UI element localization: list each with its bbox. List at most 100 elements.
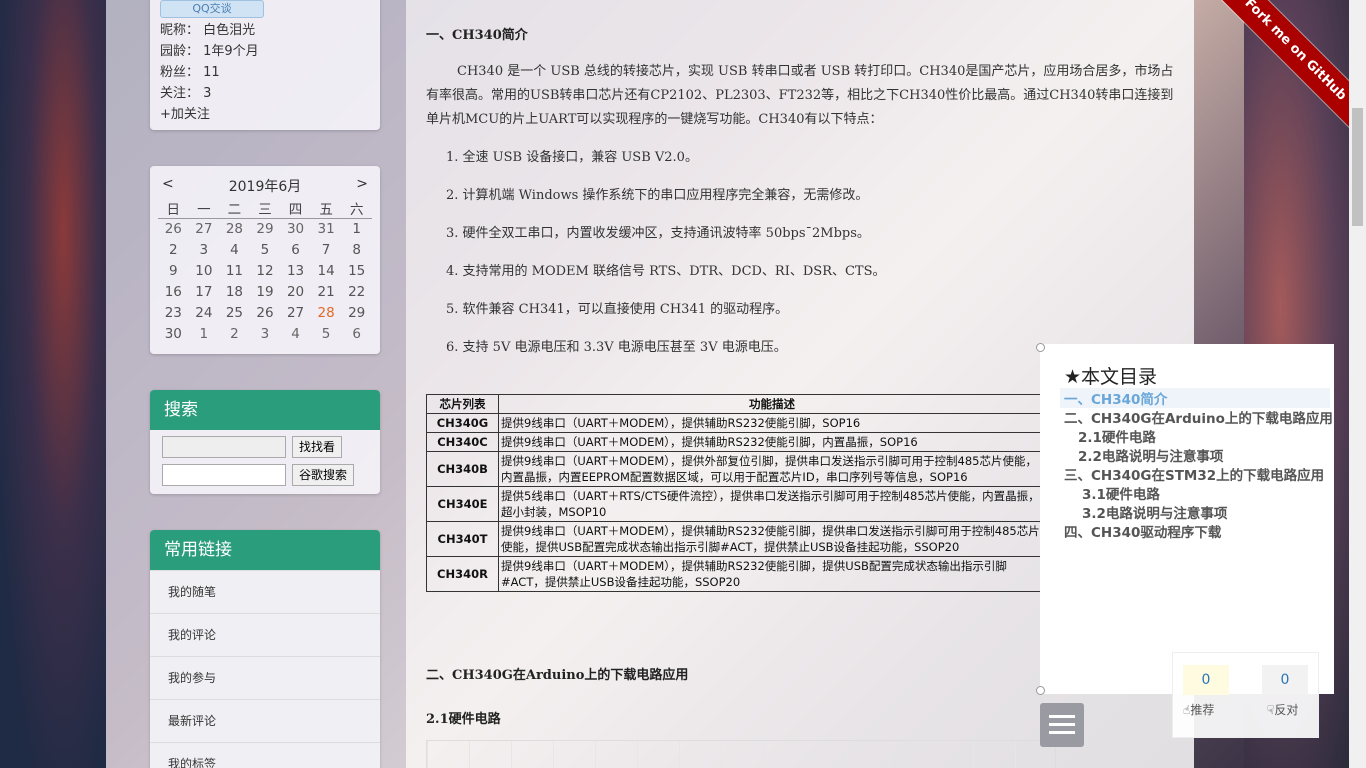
calendar-day[interactable]: 30 bbox=[280, 219, 311, 240]
toc-item[interactable]: 四、CH340驱动程序下载 bbox=[1064, 521, 1221, 541]
calendar-day[interactable]: 2 bbox=[158, 240, 189, 261]
calendar-day[interactable]: 10 bbox=[189, 261, 220, 282]
calendar-day[interactable]: 27 bbox=[280, 303, 311, 324]
scrollbar-thumb[interactable] bbox=[1352, 108, 1363, 226]
link-my-tags[interactable]: 我的标签 bbox=[150, 742, 380, 768]
calendar-day[interactable]: 6 bbox=[341, 324, 372, 345]
calendar-day[interactable]: 28 bbox=[219, 219, 250, 240]
profile-age[interactable]: 园龄： 1年9个月 bbox=[160, 41, 370, 62]
calendar-day[interactable]: 3 bbox=[250, 324, 281, 345]
weekday: 五 bbox=[310, 198, 342, 219]
table-header: 芯片列表 bbox=[426, 394, 499, 414]
weekday: 二 bbox=[219, 198, 250, 219]
heading-arduino: 二、CH340G在Arduino上的下载电路应用 bbox=[426, 668, 689, 683]
profile-fans[interactable]: 粉丝： 11 bbox=[160, 62, 370, 83]
chip-name: CH340B bbox=[426, 451, 499, 487]
calendar-day[interactable]: 27 bbox=[189, 219, 220, 240]
calendar-day[interactable]: 5 bbox=[311, 324, 342, 345]
calendar-day[interactable]: 20 bbox=[280, 282, 311, 303]
calendar-day[interactable]: 17 bbox=[189, 282, 220, 303]
calendar-day[interactable]: 18 bbox=[219, 282, 250, 303]
toc-item[interactable]: 2.2电路说明与注意事项 bbox=[1078, 445, 1223, 465]
calendar-next-button[interactable]: > bbox=[356, 176, 368, 196]
calendar-day[interactable]: 26 bbox=[158, 219, 189, 240]
common-links-title: 常用链接 bbox=[150, 530, 380, 570]
calendar-day[interactable]: 4 bbox=[219, 240, 250, 261]
calendar-day[interactable]: 24 bbox=[189, 303, 220, 324]
link-my-posts[interactable]: 我的随笔 bbox=[150, 570, 380, 613]
calendar-day[interactable]: 30 bbox=[158, 324, 189, 345]
profile-panel: QQ交谈 昵称： 白色泪光 园龄： 1年9个月 粉丝： 11 关注： 3 +加关… bbox=[150, 0, 380, 130]
link-latest-comments[interactable]: 最新评论 bbox=[150, 699, 380, 742]
google-search-input[interactable] bbox=[162, 464, 286, 486]
calendar-day[interactable]: 15 bbox=[341, 261, 372, 282]
calendar-day[interactable]: 1 bbox=[341, 219, 372, 240]
calendar-day[interactable]: 16 bbox=[158, 282, 189, 303]
menu-icon bbox=[1049, 715, 1075, 718]
calendar-day[interactable]: 8 bbox=[341, 240, 372, 261]
qq-chat-button[interactable]: QQ交谈 bbox=[160, 0, 264, 18]
toc-item[interactable]: 3.2电路说明与注意事项 bbox=[1082, 502, 1227, 522]
calendar-day[interactable]: 3 bbox=[189, 240, 220, 261]
calendar-day[interactable]: 12 bbox=[250, 261, 281, 282]
calendar-day[interactable]: 19 bbox=[250, 282, 281, 303]
digg-count[interactable]: 0 bbox=[1183, 665, 1229, 695]
google-search-button[interactable]: 谷歌搜索 bbox=[292, 464, 355, 486]
profile-nickname[interactable]: 昵称： 白色泪光 bbox=[160, 20, 370, 41]
toc-item[interactable]: 2.1硬件电路 bbox=[1078, 426, 1156, 446]
calendar-day[interactable]: 7 bbox=[311, 240, 342, 261]
add-follow-link[interactable]: +加关注 bbox=[160, 104, 370, 125]
table-row: CH340T 提供9线串口（UART＋MODEM），提供辅助RS232使能引脚，… bbox=[426, 521, 1046, 557]
calendar-day[interactable]: 6 bbox=[280, 240, 311, 261]
toc-item[interactable]: 一、CH340简介 bbox=[1060, 388, 1330, 408]
profile-follow[interactable]: 关注： 3 bbox=[160, 83, 370, 104]
table-row: CH340C 提供9线串口（UART＋MODEM），提供辅助RS232使能引脚，… bbox=[426, 432, 1046, 452]
toc-resize-handle[interactable] bbox=[1036, 686, 1045, 695]
calendar-day[interactable]: 4 bbox=[280, 324, 311, 345]
calendar-day[interactable]: 9 bbox=[158, 261, 189, 282]
toc-panel: ★本文目录 一、CH340简介 二、CH340G在Arduino上的下载电路应用… bbox=[1040, 344, 1334, 694]
calendar-day[interactable]: 13 bbox=[280, 261, 311, 282]
calendar-day[interactable]: 11 bbox=[219, 261, 250, 282]
chip-name: CH340G bbox=[426, 413, 499, 433]
chip-desc: 提供9线串口（UART＋MODEM），提供辅助RS232使能引脚，SOP16 bbox=[498, 413, 1046, 433]
toc-toggle-button[interactable] bbox=[1040, 703, 1084, 747]
chip-desc: 提供9线串口（UART＋MODEM），提供外部复位引脚，提供串口发送指示引脚可用… bbox=[498, 451, 1046, 487]
chip-desc: 提供9线串口（UART＋MODEM），提供辅助RS232使能引脚，提供串口发送指… bbox=[498, 521, 1046, 557]
scrollbar[interactable] bbox=[1349, 0, 1366, 768]
calendar-grid: 日 一 二 三 四 五 六 26 27 28 29 30 31 1 2 3 4 … bbox=[158, 198, 372, 345]
circuit-image bbox=[426, 740, 1056, 768]
digg-button[interactable]: ☝推荐 bbox=[1183, 701, 1214, 718]
toc-item[interactable]: 3.1硬件电路 bbox=[1082, 483, 1160, 503]
calendar-day[interactable]: 29 bbox=[250, 219, 281, 240]
calendar-day[interactable]: 26 bbox=[250, 303, 281, 324]
toc-item[interactable]: 三、CH340G在STM32上的下载电路应用 bbox=[1064, 464, 1324, 484]
calendar-day[interactable]: 5 bbox=[250, 240, 281, 261]
calendar-day[interactable]: 14 bbox=[311, 261, 342, 282]
vote-panel: 0 0 ☝推荐 ☟反对 bbox=[1172, 652, 1319, 738]
heading-intro: 一、CH340简介 bbox=[426, 28, 528, 43]
calendar-title: 2019年6月 bbox=[228, 179, 302, 195]
link-my-comments[interactable]: 我的评论 bbox=[150, 613, 380, 656]
calendar-day-today[interactable]: 28 bbox=[311, 303, 342, 324]
bury-button[interactable]: ☟反对 bbox=[1267, 701, 1298, 718]
calendar-day[interactable]: 2 bbox=[219, 324, 250, 345]
toc-item[interactable]: 二、CH340G在Arduino上的下载电路应用 bbox=[1064, 407, 1333, 427]
search-input[interactable] bbox=[162, 436, 286, 458]
zzk-search-button[interactable]: 找找看 bbox=[292, 436, 343, 458]
calendar-day[interactable]: 22 bbox=[341, 282, 372, 303]
fork-github-ribbon[interactable]: Fork me on GitHub bbox=[1214, 0, 1349, 131]
table-row: CH340B 提供9线串口（UART＋MODEM），提供外部复位引脚，提供串口发… bbox=[426, 451, 1046, 487]
feature-item: 5. 软件兼容 CH341，可以直接使用 CH341 的驱动程序。 bbox=[446, 302, 789, 317]
calendar-day[interactable]: 23 bbox=[158, 303, 189, 324]
calendar-day[interactable]: 31 bbox=[311, 219, 342, 240]
calendar-prev-button[interactable]: < bbox=[162, 176, 174, 196]
link-my-participation[interactable]: 我的参与 bbox=[150, 656, 380, 699]
calendar-day[interactable]: 29 bbox=[341, 303, 372, 324]
bury-count[interactable]: 0 bbox=[1262, 665, 1308, 695]
calendar-day[interactable]: 25 bbox=[219, 303, 250, 324]
calendar-day[interactable]: 21 bbox=[311, 282, 342, 303]
toc-resize-handle[interactable] bbox=[1036, 343, 1045, 352]
calendar-day[interactable]: 1 bbox=[189, 324, 220, 345]
feature-item: 4. 支持常用的 MODEM 联络信号 RTS、DTR、DCD、RI、DSR、C… bbox=[446, 264, 886, 279]
